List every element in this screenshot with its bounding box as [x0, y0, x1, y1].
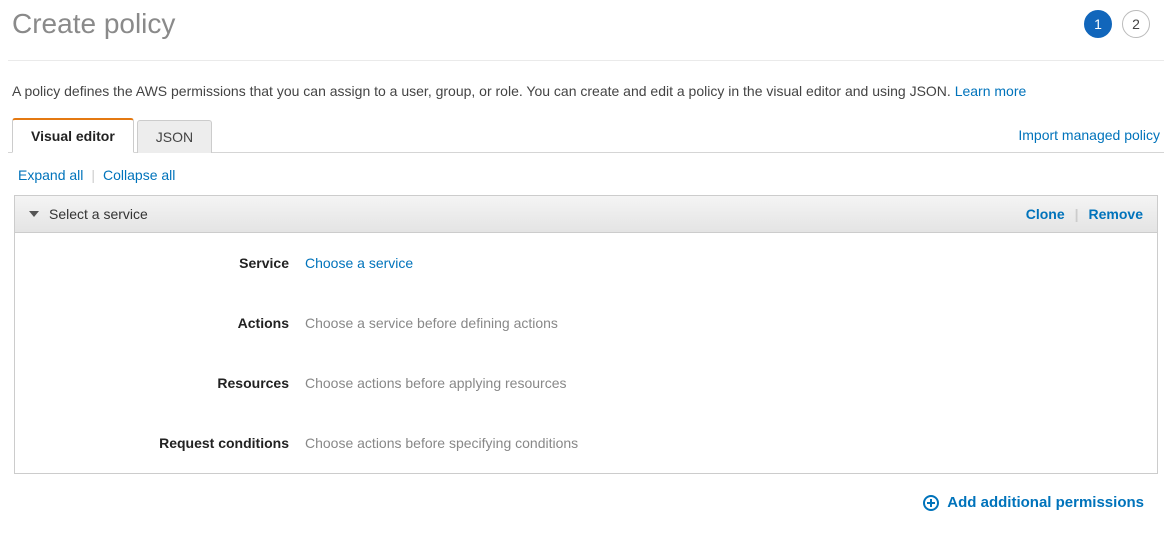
tab-json[interactable]: JSON — [137, 120, 212, 153]
import-managed-policy-link[interactable]: Import managed policy — [1018, 127, 1160, 143]
permission-panel: Select a service Clone | Remove Service … — [14, 195, 1158, 474]
learn-more-link[interactable]: Learn more — [955, 83, 1027, 99]
label-conditions: Request conditions — [15, 435, 305, 451]
divider: | — [91, 167, 95, 183]
label-service: Service — [15, 255, 305, 271]
row-resources: Resources Choose actions before applying… — [15, 353, 1157, 413]
panel-body: Service Choose a service Actions Choose … — [15, 233, 1157, 473]
policy-description: A policy defines the AWS permissions tha… — [8, 61, 1164, 117]
collapse-all-link[interactable]: Collapse all — [103, 167, 175, 183]
add-additional-permissions-button[interactable]: Add additional permissions — [923, 494, 1144, 511]
wizard-steps: 1 2 — [1084, 10, 1160, 38]
panel-title: Select a service — [49, 206, 148, 222]
row-service: Service Choose a service — [15, 233, 1157, 293]
label-resources: Resources — [15, 375, 305, 391]
remove-button[interactable]: Remove — [1089, 206, 1143, 222]
divider: | — [1075, 206, 1079, 222]
page-title: Create policy — [12, 8, 175, 40]
clone-button[interactable]: Clone — [1026, 206, 1065, 222]
step-1[interactable]: 1 — [1084, 10, 1112, 38]
plus-circle-icon — [923, 495, 939, 511]
resources-placeholder: Choose actions before applying resources — [305, 375, 567, 391]
tab-visual-editor[interactable]: Visual editor — [12, 118, 134, 153]
editor-tabs: Visual editor JSON — [12, 117, 215, 152]
row-actions: Actions Choose a service before defining… — [15, 293, 1157, 353]
actions-placeholder: Choose a service before defining actions — [305, 315, 558, 331]
choose-service-link[interactable]: Choose a service — [305, 255, 413, 271]
add-permissions-label: Add additional permissions — [947, 494, 1144, 511]
caret-down-icon — [29, 211, 39, 217]
label-actions: Actions — [15, 315, 305, 331]
row-conditions: Request conditions Choose actions before… — [15, 413, 1157, 473]
description-text: A policy defines the AWS permissions tha… — [12, 83, 955, 99]
step-2[interactable]: 2 — [1122, 10, 1150, 38]
panel-header[interactable]: Select a service Clone | Remove — [15, 196, 1157, 233]
expand-all-link[interactable]: Expand all — [18, 167, 83, 183]
conditions-placeholder: Choose actions before specifying conditi… — [305, 435, 578, 451]
